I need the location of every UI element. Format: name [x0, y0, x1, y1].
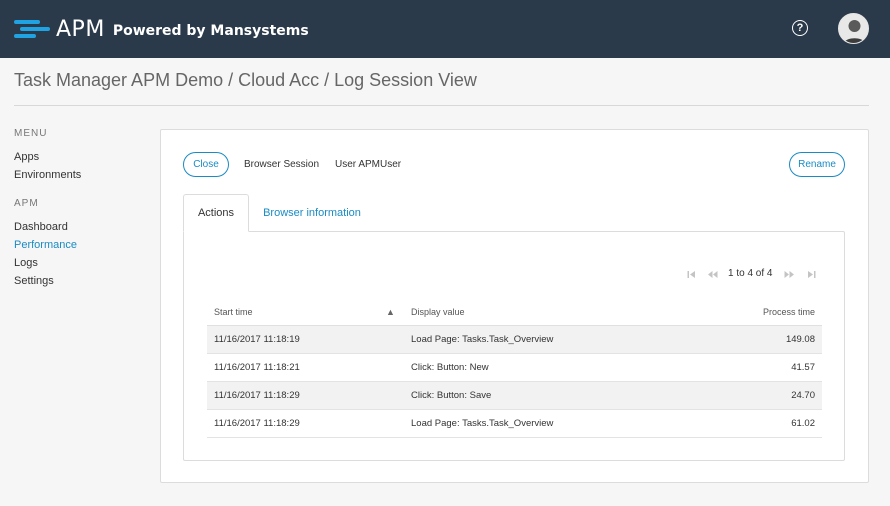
- previous-page-icon[interactable]: [705, 267, 719, 281]
- first-page-icon[interactable]: [684, 267, 698, 281]
- tab-browser-information[interactable]: Browser information: [257, 194, 367, 232]
- cell-process-time: 61.02: [791, 418, 815, 429]
- pager-status: 1 to 4 of 4: [728, 268, 773, 279]
- sidebar-item-environments[interactable]: Environments: [14, 166, 144, 184]
- powered-by-text: Powered by Mansystems: [112, 23, 309, 39]
- sidebar-heading-apm: APM: [14, 198, 39, 209]
- user-label: User APMUser: [335, 159, 402, 170]
- table-row[interactable]: 11/16/2017 11:18:21 Click: Button: New 4…: [207, 354, 822, 382]
- session-panel: Close Browser Session User APMUser Renam…: [160, 129, 869, 483]
- cell-start-time: 11/16/2017 11:18:21: [214, 362, 300, 373]
- table-row[interactable]: 11/16/2017 11:18:29 Load Page: Tasks.Tas…: [207, 410, 822, 438]
- table-row[interactable]: 11/16/2017 11:18:19 Load Page: Tasks.Tas…: [207, 326, 822, 354]
- close-button[interactable]: Close: [183, 152, 229, 177]
- grid-header: Start time ▲ Display value Process time: [207, 298, 822, 326]
- table-row[interactable]: 11/16/2017 11:18:29 Click: Button: Save …: [207, 382, 822, 410]
- cell-display-value: Load Page: Tasks.Task_Overview: [411, 334, 554, 345]
- cell-start-time: 11/16/2017 11:18:29: [214, 418, 300, 429]
- sidebar-item-dashboard[interactable]: Dashboard: [14, 218, 144, 236]
- top-bar: APM Powered by Mansystems ?: [0, 0, 890, 58]
- page-title-breadcrumb: Task Manager APM Demo / Cloud Acc / Log …: [14, 70, 477, 90]
- cell-start-time: 11/16/2017 11:18:29: [214, 390, 300, 401]
- cell-start-time: 11/16/2017 11:18:19: [214, 334, 300, 345]
- sidebar-heading-menu: MENU: [14, 128, 48, 139]
- sidebar-item-logs[interactable]: Logs: [14, 254, 144, 272]
- cell-process-time: 41.57: [791, 362, 815, 373]
- actions-tab-content: 1 to 4 of 4 Start time ▲ Display value P…: [183, 231, 845, 461]
- sidebar-item-performance[interactable]: Performance: [14, 236, 144, 254]
- logo-text: APM: [56, 16, 105, 42]
- next-page-icon[interactable]: [782, 267, 796, 281]
- cell-display-value: Click: Button: New: [411, 362, 489, 373]
- cell-display-value: Click: Button: Save: [411, 390, 492, 401]
- title-divider: [14, 105, 869, 106]
- sort-ascending-icon[interactable]: ▲: [386, 298, 395, 326]
- actions-grid: Start time ▲ Display value Process time …: [207, 298, 822, 438]
- sidebar-item-settings[interactable]: Settings: [14, 272, 144, 290]
- column-header-display-value[interactable]: Display value: [411, 298, 465, 326]
- user-avatar-icon[interactable]: [838, 13, 869, 44]
- question-circle-icon[interactable]: ?: [792, 20, 808, 36]
- column-header-process-time[interactable]: Process time: [763, 298, 815, 326]
- column-header-start-time[interactable]: Start time: [214, 298, 253, 326]
- sidebar: MENU Apps Environments APM Dashboard Per…: [14, 128, 144, 290]
- apm-logo[interactable]: APM Powered by Mansystems: [14, 14, 309, 44]
- tab-actions[interactable]: Actions: [183, 194, 249, 232]
- cell-process-time: 24.70: [791, 390, 815, 401]
- cell-process-time: 149.08: [785, 334, 815, 345]
- cell-display-value: Load Page: Tasks.Task_Overview: [411, 418, 554, 429]
- session-type-label: Browser Session: [244, 159, 320, 170]
- last-page-icon[interactable]: [804, 267, 818, 281]
- sidebar-item-apps[interactable]: Apps: [14, 148, 144, 166]
- rename-button[interactable]: Rename: [789, 152, 845, 177]
- apm-logo-icon: [14, 18, 52, 40]
